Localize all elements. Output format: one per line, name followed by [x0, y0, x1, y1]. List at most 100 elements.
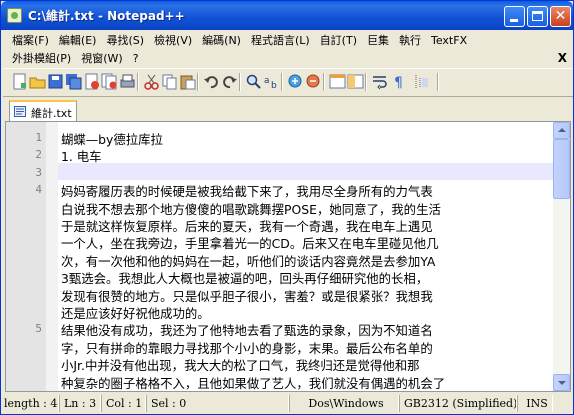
svg-text:¶: ¶ [394, 75, 403, 90]
status-selection: Sel : 0 [146, 395, 289, 412]
line-text: 白说我不想去那个地方傻傻的唱歌跳舞摆POSE，她同意了，我的生活 [61, 201, 441, 217]
toolbar-separator [437, 73, 439, 91]
editor-text-area[interactable]: 1 蝴蝶—by德拉库拉 2 1. 电车 3 4 妈妈寄履历表的时候硬是被我给截下来了，我用尽… [35, 122, 553, 392]
toolbar-separator [239, 73, 241, 91]
find-icon[interactable] [245, 73, 262, 90]
menu-item[interactable]: 尋找(S) [101, 32, 149, 50]
line-text: 小Jr.中并没有他出现，我大大的松了口气，我终归还是觉得他和那 [61, 358, 420, 374]
line-text: 种复杂的圈子格格不入，且他如果做了艺人，我们就没有偶遇的机会了 [61, 375, 446, 391]
copy-icon[interactable] [161, 73, 178, 90]
sync-scroll-icon[interactable] [329, 73, 346, 90]
close-all-icon[interactable] [101, 73, 118, 90]
svg-text:a: a [264, 76, 270, 86]
indent-guide-icon[interactable] [413, 73, 430, 90]
zoom-in-icon[interactable] [287, 73, 304, 90]
toolbar: a b ¶ [3, 68, 573, 97]
line-number: 5 [35, 322, 42, 336]
cut-icon[interactable] [143, 73, 160, 90]
print-icon[interactable] [119, 73, 136, 90]
line-text: 3甄选会。我想此人大概也是被逼的吧，回头再仔细研究他的长相， [61, 271, 429, 287]
window-title: C:\維計.txt - Notepad++ [28, 9, 185, 23]
menu-item[interactable]: TextFX [426, 32, 472, 50]
status-eol: Dos\Windows [289, 395, 399, 412]
menu-item[interactable]: 編輯(E) [54, 32, 102, 50]
save-all-icon[interactable] [65, 73, 82, 90]
close-window-button[interactable]: ✕ [550, 6, 571, 27]
line-text: 发现有很赞的地方。只是似乎胆子很小，害羞？或是很紧张？我想我 [61, 288, 433, 304]
replace-icon[interactable]: ab [263, 73, 280, 91]
menu-item[interactable]: 編碼(N) [197, 32, 246, 50]
status-insert-mode: INS [517, 395, 553, 412]
menu-item[interactable]: 檢視(V) [149, 32, 197, 50]
menu-item[interactable]: 程式語言(L) [246, 32, 315, 50]
menu-item[interactable]: 檔案(F) [7, 32, 54, 50]
text-editor[interactable]: 1 蝴蝶—by德拉库拉 2 1. 电车 3 4 妈妈寄履历表的时候硬是被我给截下来了，我用尽… [5, 121, 571, 392]
line-text: 1. 电车 [61, 149, 102, 165]
line-number: 2 [35, 148, 42, 162]
line-number: 4 [35, 183, 42, 197]
menu-row-1: 檔案(F) 編輯(E) 尋找(S) 檢視(V) 編碼(N) 程式語言(L) 自訂(T) 巨集執… [7, 32, 472, 50]
tab-label: 維計.txt [31, 107, 72, 120]
notepadpp-window: C:\維計.txt - Notepad++ ✕ 檔案(F) 編輯(E) 尋找(S) 檢… [0, 0, 574, 415]
toolbar-separator [197, 73, 199, 91]
arrow-up-icon [558, 128, 566, 132]
word-wrap-icon[interactable] [371, 73, 388, 90]
close-icon: ✕ [554, 8, 567, 24]
maximize-button[interactable] [527, 6, 548, 27]
show-all-chars-icon[interactable]: ¶ [391, 73, 408, 91]
line-number-gutter [6, 122, 46, 391]
line-text: 结果他没有成功，我还为了他特地去看了甄选的录象，因为不知道名 [61, 323, 433, 339]
redo-icon[interactable] [221, 73, 238, 90]
toolbar-separator [137, 73, 139, 91]
line-text: 于是就这样恢复原样。后来的夏天，我有一个奇遇，我在电车上遇见 [61, 219, 433, 234]
vertical-scrollbar[interactable] [553, 122, 570, 391]
line-text: 还是应该好好祝他成功的。 [61, 306, 210, 321]
menu-item[interactable]: 視窗(W) [76, 50, 127, 68]
line-number: 1 [35, 131, 42, 144]
editor-line: 种复杂的圈子格格不入，且他如果做了艺人，我们就没有偶遇的机会了 [58, 373, 445, 392]
line-text [58, 167, 61, 182]
status-bar: length : 448 Ln : 3 Col : 1 Sel : 0 Dos\… [1, 393, 574, 414]
scroll-up-button[interactable] [553, 122, 570, 139]
minimize-button[interactable] [504, 6, 525, 27]
wrap-icon[interactable] [347, 73, 364, 90]
new-file-icon[interactable] [11, 73, 28, 90]
open-file-icon[interactable] [29, 73, 46, 90]
minimize-icon [510, 19, 518, 22]
menu-item[interactable]: 自訂(T) [315, 32, 362, 50]
status-encoding: GB2312 (Simplified) [399, 395, 517, 412]
toolbar-separator [323, 73, 325, 91]
line-number: 3 [35, 165, 42, 179]
current-line-highlight [58, 162, 553, 180]
undo-icon[interactable] [203, 73, 220, 90]
tab-active-document[interactable]: 維計.txt [9, 100, 77, 121]
tab-bar: 維計.txt [3, 97, 573, 121]
editor-line: 2 1. 电车 [35, 146, 102, 165]
line-text: 一个人，坐在我旁边，手里拿着光一的CD。后来又在电车里碰见他几 [61, 236, 439, 252]
document-tab-icon [14, 106, 26, 117]
toolbar-separator [281, 73, 283, 91]
scroll-thumb[interactable] [553, 139, 570, 199]
scroll-down-button[interactable] [553, 374, 570, 391]
line-text: 次，有一次他和他的妈妈在一起，听他们的谈话内容竟然是去参加YA [61, 253, 436, 269]
menu-bar: 檔案(F) 編輯(E) 尋找(S) 檢視(V) 編碼(N) 程式語言(L) 自訂(T) 巨集執… [3, 31, 573, 67]
zoom-out-icon[interactable] [305, 73, 322, 90]
menu-item[interactable]: 執行 [394, 32, 426, 50]
close-icon[interactable] [83, 73, 100, 90]
arrow-down-icon [558, 381, 566, 385]
status-line: Ln : 3 [59, 395, 101, 412]
title-bar[interactable]: C:\維計.txt - Notepad++ ✕ [1, 1, 573, 30]
menu-item[interactable]: ? [128, 50, 144, 68]
notepadpp-app-icon[interactable] [7, 8, 22, 23]
menu-row-2: 外掛模組(P) 視窗(W)? [7, 50, 144, 68]
line-text: 妈妈寄履历表的时候硬是被我给截下来了，我用尽全身所有的力气表 [61, 184, 433, 200]
status-length: length : 448 [1, 395, 59, 412]
menu-item[interactable]: 外掛模組(P) [7, 50, 76, 68]
svg-text:b: b [271, 81, 277, 90]
close-document-button[interactable]: X [558, 50, 567, 67]
save-icon[interactable] [47, 73, 64, 90]
status-column: Col : 1 [101, 395, 146, 412]
maximize-icon [532, 11, 543, 21]
menu-item[interactable]: 巨集 [362, 32, 394, 50]
paste-icon[interactable] [179, 73, 196, 90]
